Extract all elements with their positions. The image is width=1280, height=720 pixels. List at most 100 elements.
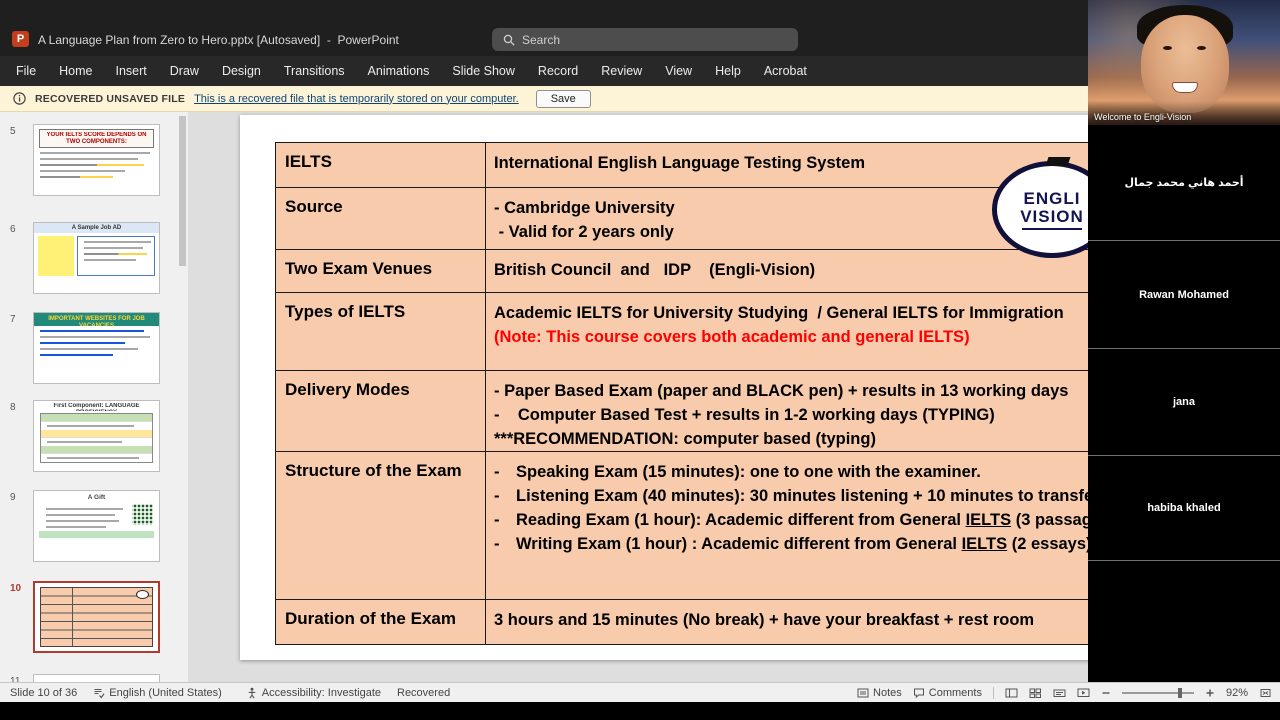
host-face-graphic [1172, 82, 1198, 93]
table-cell-text: 3 hours and 15 minutes (No break) + have… [494, 611, 1035, 629]
thumb-highlight-block [38, 236, 74, 276]
table-row-structure: Structure of the Exam - Speaking Exam (1… [276, 452, 1184, 600]
table-bullet-line: - Listening Exam (40 minutes): 30 minute… [494, 487, 1171, 505]
divider [992, 686, 994, 699]
menu-item-review[interactable]: Review [601, 64, 642, 78]
recovered-file-label: RECOVERED UNSAVED FILE [35, 92, 186, 105]
slide-10[interactable]: IELTS International English Language Tes… [240, 115, 1190, 660]
thumbnail-number: 9 [10, 492, 16, 503]
participant-tile-1[interactable]: أحمد هاني محمد جمال [1088, 125, 1280, 240]
thumbnail-title: IMPORTANT WEBSITES FOR JOB VACANCIES [34, 313, 159, 326]
menu-item-record[interactable]: Record [538, 64, 578, 78]
table-row-types: Types of IELTS Academic IELTS for Univer… [276, 293, 1184, 371]
thumb-logo [136, 590, 149, 599]
thumb-table [40, 587, 153, 647]
notes-icon [857, 688, 869, 697]
graduation-cap-icon [1045, 157, 1071, 166]
window-title: A Language Plan from Zero to Hero.pptx [… [38, 33, 399, 47]
menu-item-slide-show[interactable]: Slide Show [452, 64, 515, 78]
thumb-highlight-block [39, 531, 154, 538]
thumbnail-number: 8 [10, 402, 16, 413]
video-conference-panel: Welcome to Engli-Vision أحمد هاني محمد ج… [1088, 0, 1280, 682]
table-bullet-line: - Reading Exam (1 hour): Academic differ… [494, 511, 1116, 529]
thumb-table [40, 413, 153, 463]
spellcheck-icon [94, 688, 105, 698]
comments-button[interactable]: Comments [913, 687, 982, 699]
slide-thumbnail-7[interactable]: IMPORTANT WEBSITES FOR JOB VACANCIES [33, 312, 160, 384]
host-face-graphic [1163, 46, 1172, 50]
table-cell-text: Academic IELTS for University Studying /… [494, 304, 1064, 322]
save-button[interactable]: Save [535, 89, 591, 108]
participant-name: أحمد هاني محمد جمال [1124, 177, 1244, 189]
participant-tile-4[interactable]: habiba khaled [1088, 455, 1280, 560]
menu-item-insert[interactable]: Insert [116, 64, 147, 78]
menu-item-transitions[interactable]: Transitions [284, 64, 345, 78]
menu-item-view[interactable]: View [665, 64, 692, 78]
host-face-graphic [1141, 15, 1229, 113]
host-face-graphic [1197, 46, 1206, 50]
zoom-slider-thumb[interactable] [1178, 687, 1183, 698]
participant-tile-2[interactable]: Rawan Mohamed [1088, 240, 1280, 348]
thumbnail-number: 10 [10, 583, 22, 594]
language-selector[interactable]: English (United States) [93, 687, 222, 699]
table-cell-text: - Paper Based Exam (paper and BLACK pen)… [494, 382, 1069, 400]
zoom-slider[interactable] [1121, 687, 1194, 698]
thumb-text-line [40, 176, 113, 178]
slide-thumbnail-10[interactable] [33, 581, 160, 653]
menu-item-animations[interactable]: Animations [368, 64, 430, 78]
participant-name: jana [1172, 396, 1195, 408]
zoom-out-icon[interactable] [1101, 688, 1111, 698]
logo-divider [1022, 227, 1082, 230]
slide-sorter-icon[interactable] [1029, 687, 1042, 699]
thumbnail-title: YOUR IELTS SCORE DEPENDS ON TWO COMPONEN… [46, 132, 147, 145]
table-cell-text: British Council and IDP (Engli-Vision) [494, 261, 816, 279]
slide-thumbnail-6[interactable]: A Sample Job AD [33, 222, 160, 294]
table-label: IELTS [276, 143, 486, 187]
participant-name: Rawan Mohamed [1139, 288, 1229, 301]
slide-thumbnail-11[interactable] [33, 674, 160, 682]
menu-item-design[interactable]: Design [222, 64, 261, 78]
recovered-status: Recovered [397, 686, 451, 699]
notes-button[interactable]: Notes [857, 687, 902, 699]
slide-thumbnail-5[interactable]: YOUR IELTS SCORE DEPENDS ON TWO COMPONEN… [33, 124, 160, 196]
table-cell-note-red: (Note: This course covers both academic … [494, 328, 970, 346]
accessibility-checker[interactable]: Accessibility: Investigate [246, 687, 381, 699]
thumbnail-scrollbar[interactable] [179, 116, 186, 266]
slide-thumbnail-panel: 5 YOUR IELTS SCORE DEPENDS ON TWO COMPON… [0, 112, 188, 682]
thumbnail-number: 5 [10, 126, 16, 137]
slide-indicator: Slide 10 of 36 [10, 686, 78, 699]
participant-video-host[interactable]: Welcome to Engli-Vision [1088, 0, 1280, 125]
table-label: Duration of the Exam [276, 600, 486, 644]
slideshow-view-icon[interactable] [1077, 687, 1090, 699]
thumbnail-title: First Component: LANGUAGE PROFICIENCY [53, 403, 140, 411]
menu-item-home[interactable]: Home [59, 64, 92, 78]
tile-divider [1088, 560, 1280, 561]
thumb-text-line [40, 152, 150, 154]
thumb-text-line [40, 164, 144, 166]
accessibility-person-icon [248, 687, 255, 699]
table-label: Source [276, 188, 486, 249]
host-name-label: Welcome to Engli-Vision [1094, 112, 1192, 122]
slide-thumbnail-8[interactable]: First Component: LANGUAGE PROFICIENCY [33, 400, 160, 472]
menu-item-file[interactable]: File [16, 64, 36, 78]
search-input[interactable]: Search [492, 28, 798, 51]
table-label: Structure of the Exam [276, 452, 486, 599]
zoom-in-icon[interactable] [1205, 688, 1215, 698]
comments-icon [913, 688, 924, 698]
participant-tile-3[interactable]: jana [1088, 348, 1280, 455]
menu-item-draw[interactable]: Draw [170, 64, 199, 78]
table-label: Delivery Modes [276, 371, 486, 451]
powerpoint-window: P A Language Plan from Zero to Hero.pptx… [0, 0, 1280, 720]
slide-thumbnail-9[interactable]: A Gift [33, 490, 160, 562]
fit-slide-to-window-icon[interactable] [1259, 687, 1272, 699]
recovered-file-link[interactable]: This is a recovered file that is tempora… [194, 93, 519, 105]
thumb-title-box: YOUR IELTS SCORE DEPENDS ON TWO COMPONEN… [39, 129, 154, 148]
menu-item-help[interactable]: Help [715, 64, 741, 78]
zoom-level[interactable]: 92% [1226, 687, 1248, 699]
menu-item-acrobat[interactable]: Acrobat [764, 64, 807, 78]
thumb-content-box [77, 236, 155, 276]
normal-view-icon[interactable] [1005, 687, 1018, 699]
logo-text: ENGLI [1023, 188, 1081, 208]
reading-view-icon[interactable] [1053, 687, 1066, 699]
table-row-duration: Duration of the Exam 3 hours and 15 minu… [276, 600, 1184, 644]
